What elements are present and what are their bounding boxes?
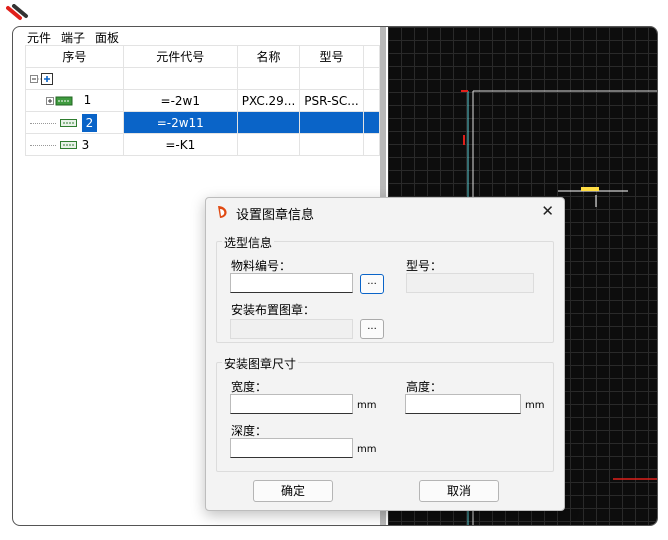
tab-components[interactable]: 元件	[25, 27, 60, 47]
col-model-header[interactable]: 型号	[299, 45, 364, 68]
height-field[interactable]	[405, 394, 521, 414]
row-name: PXC.29...	[236, 89, 301, 112]
model-field[interactable]	[406, 273, 534, 293]
cancel-button[interactable]: 取消	[419, 480, 499, 502]
ok-button[interactable]: 确定	[253, 480, 333, 502]
depth-field[interactable]	[230, 438, 353, 458]
row-model	[299, 111, 364, 134]
component-table: 序号 元件代号 名称 型号 1 =-2w1 PXC.29... PSR-SC..…	[25, 45, 381, 156]
col-name-header[interactable]: 名称	[236, 45, 301, 68]
height-label: 高度：	[406, 380, 443, 394]
install-stamp-label: 安装布置图章：	[231, 303, 316, 317]
close-icon[interactable]: ✕	[541, 202, 554, 220]
col-code-header[interactable]: 元件代号	[122, 45, 238, 68]
row-index: 2	[81, 113, 98, 132]
table-row[interactable]: 3 =-K1	[25, 133, 381, 156]
row-code: =-2w11	[122, 111, 238, 134]
component-icon	[59, 141, 77, 149]
row-code: =-K1	[122, 133, 238, 156]
row-name	[236, 133, 301, 156]
material-browse-button[interactable]: ...	[360, 274, 384, 294]
model-label: 型号：	[406, 259, 443, 273]
component-icon	[59, 119, 77, 127]
install-stamp-field[interactable]	[230, 319, 353, 339]
tab-terminals[interactable]: 端子	[59, 27, 93, 47]
depth-unit: mm	[357, 444, 377, 455]
width-unit: mm	[357, 400, 377, 411]
install-stamp-browse-button[interactable]: ...	[360, 319, 384, 339]
row-index: 3	[81, 137, 90, 152]
collapse-root-icon[interactable]	[30, 72, 58, 86]
row-index: 1	[83, 93, 92, 108]
col-filler	[362, 45, 381, 68]
width-label: 宽度：	[231, 380, 268, 394]
panel-tabs: 元件 端子 面板	[25, 27, 127, 47]
table-header: 序号 元件代号 名称 型号	[25, 45, 381, 68]
dialog-title: 设置图章信息	[236, 208, 315, 223]
stamp-settings-dialog: 设置图章信息 ✕ 选型信息 物料编号： ... 型号： 安装布置图章： ... …	[205, 197, 565, 511]
width-field[interactable]	[230, 394, 353, 414]
row-code: =-2w1	[122, 89, 238, 112]
row-model: PSR-SC...	[299, 89, 364, 112]
material-code-label: 物料编号：	[231, 259, 292, 273]
col-index-header[interactable]: 序号	[25, 45, 124, 68]
app-logo-icon	[218, 206, 227, 218]
table-row-selected[interactable]: 2 =-2w11	[25, 111, 381, 134]
height-unit: mm	[525, 400, 545, 411]
table-row-root[interactable]	[25, 67, 381, 90]
stamp-size-label: 安装图章尺寸	[222, 355, 299, 372]
expand-component-icon[interactable]	[45, 94, 80, 108]
table-row[interactable]: 1 =-2w1 PXC.29... PSR-SC...	[25, 89, 381, 112]
selection-info-label: 选型信息	[222, 234, 275, 251]
row-name	[236, 111, 301, 134]
decor-stroke-icon	[6, 4, 28, 20]
depth-label: 深度：	[231, 424, 268, 438]
tab-panels[interactable]: 面板	[93, 27, 127, 47]
row-model	[299, 133, 364, 156]
material-code-field[interactable]	[230, 273, 353, 293]
